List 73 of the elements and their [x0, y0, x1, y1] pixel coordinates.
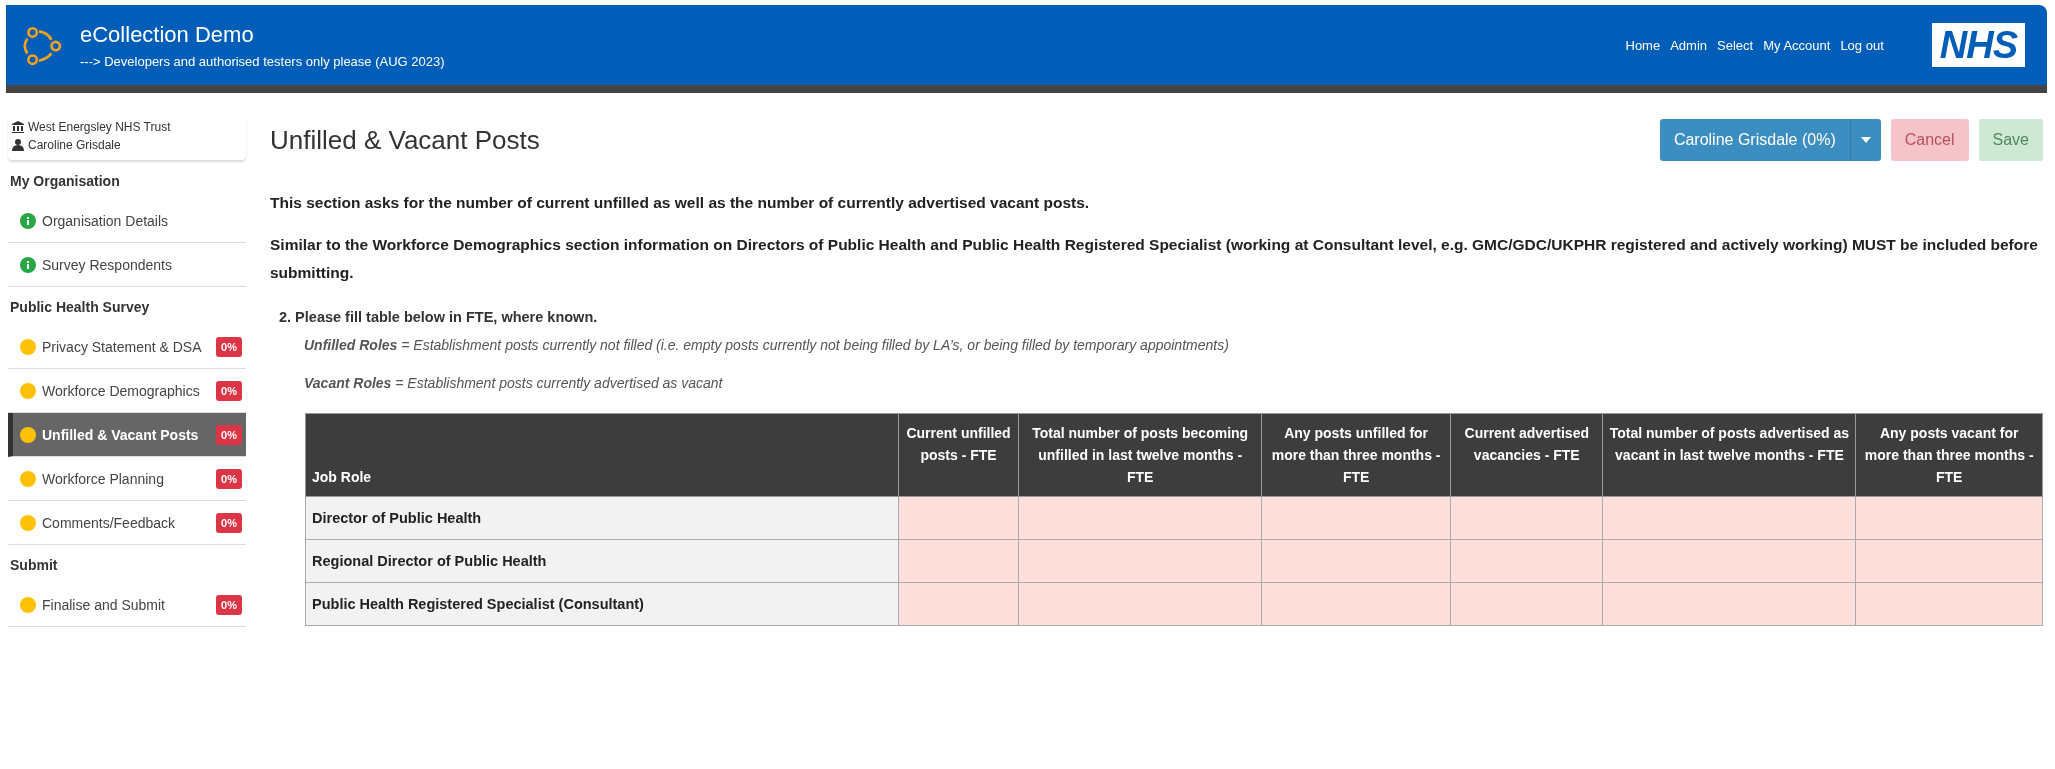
input-field[interactable]: [1261, 582, 1451, 626]
status-dot-icon: [20, 382, 36, 399]
input-field[interactable]: [1018, 582, 1262, 626]
app-subtitle: ---> Developers and authorised testers only please (AUG 2023): [80, 53, 445, 69]
section-heading: Public Health Survey: [10, 299, 151, 315]
user-name: Caroline Grisdale: [28, 137, 121, 154]
input-field[interactable]: [1261, 539, 1451, 583]
definition-text: Vacant Roles = Establishment posts currently advertised as vacant: [304, 375, 724, 391]
sidebar-item[interactable]: Privacy Statement & DSA 0%: [8, 325, 246, 369]
input-field[interactable]: [898, 496, 1019, 540]
status-dot-icon: [20, 426, 36, 443]
percent-badge: 0%: [216, 380, 242, 401]
nav-link[interactable]: Admin: [1670, 37, 1708, 53]
row-header: Director of Public Health: [305, 496, 899, 540]
column-header: Any posts vacant for more than three months - FTE: [1855, 413, 2043, 497]
input-field[interactable]: [1261, 496, 1451, 540]
percent-badge: 0%: [216, 594, 242, 615]
status-dot-icon: [20, 596, 36, 613]
question-text: 2. Please fill table below in FTE, where known.: [279, 309, 599, 325]
definition-text: Unfilled Roles = Establishment posts currently not filled (i.e. empty posts currently not being filled by LA’s, or being filled by temporary appointments): [304, 337, 1230, 353]
nhs-logo: NHS: [1931, 23, 2025, 67]
input-field[interactable]: [1018, 539, 1262, 583]
person-icon: [12, 139, 24, 151]
section-heading: Submit: [10, 557, 59, 573]
sidebar-item[interactable]: Comments/Feedback 0%: [8, 501, 246, 545]
user-dropdown-button[interactable]: Caroline Grisdale (0%): [1659, 119, 1881, 161]
input-field[interactable]: [1602, 582, 1856, 626]
column-header: Any posts unfilled for more than three months - FTE: [1261, 413, 1451, 497]
input-field[interactable]: [1450, 582, 1603, 626]
percent-badge: 0%: [216, 424, 242, 445]
input-field[interactable]: [1602, 496, 1856, 540]
nav-link[interactable]: Select: [1717, 37, 1754, 53]
column-header: Current unfilled posts - FTE: [898, 413, 1019, 497]
page-title: Unfilled & Vacant Posts: [270, 124, 540, 156]
nav-link[interactable]: Log out: [1840, 37, 1884, 53]
percent-badge: 0%: [216, 512, 242, 533]
sidebar-item[interactable]: Organisation Details: [8, 199, 246, 243]
column-header: Job Role: [305, 413, 899, 497]
input-field[interactable]: [1450, 539, 1603, 583]
input-field[interactable]: [1855, 496, 2043, 540]
column-header: Total number of posts becoming unfilled in last twelve months - FTE: [1018, 413, 1262, 497]
sidebar-item[interactable]: Workforce Planning 0%: [8, 457, 246, 501]
column-header: Current advertised vacancies - FTE: [1450, 413, 1603, 497]
input-field[interactable]: [1855, 539, 2043, 583]
input-field[interactable]: [1855, 582, 2043, 626]
sidebar-item[interactable]: Finalise and Submit 0%: [8, 583, 246, 627]
status-dot-icon: [20, 338, 36, 355]
row-header: Public Health Registered Specialist (Consultant): [305, 582, 899, 626]
nav-link[interactable]: My Account: [1763, 37, 1831, 53]
column-header: Total number of posts advertised as vacant in last twelve months - FTE: [1602, 413, 1856, 497]
percent-badge: 0%: [216, 336, 242, 357]
caret-icon: [1860, 137, 1871, 143]
input-field[interactable]: [1450, 496, 1603, 540]
info-icon: [20, 256, 36, 273]
row-header: Regional Director of Public Health: [305, 539, 899, 583]
input-field[interactable]: [1602, 539, 1856, 583]
app-title: eCollection Demo: [80, 21, 255, 48]
intro-paragraph: Similar to the Workforce Demographics section information on Directors of Public Health and Public Health Registered Specialist (working at Consultant level, e.g. GMC/GDC/UKPHR registered and actively working) MUST be included before submitting.: [270, 235, 2039, 283]
status-dot-icon: [20, 470, 36, 487]
sidebar-item[interactable]: Survey Respondents: [8, 243, 246, 287]
status-dot-icon: [20, 514, 36, 531]
input-field[interactable]: [898, 539, 1019, 583]
info-icon: [20, 212, 36, 229]
circles-logo-icon: [20, 24, 62, 66]
building-icon: [12, 121, 24, 133]
input-field[interactable]: [898, 582, 1019, 626]
nav-link[interactable]: Home: [1625, 37, 1661, 53]
input-field[interactable]: [1018, 496, 1262, 540]
organisation-name: West Energsley NHS Trust: [28, 119, 171, 136]
sidebar-item[interactable]: Unfilled & Vacant Posts 0%: [8, 413, 246, 457]
intro-paragraph: This section asks for the number of current unfilled as well as the number of currently advertised vacant posts.: [270, 193, 1091, 213]
section-heading: My Organisation: [10, 173, 121, 189]
percent-badge: 0%: [216, 468, 242, 489]
